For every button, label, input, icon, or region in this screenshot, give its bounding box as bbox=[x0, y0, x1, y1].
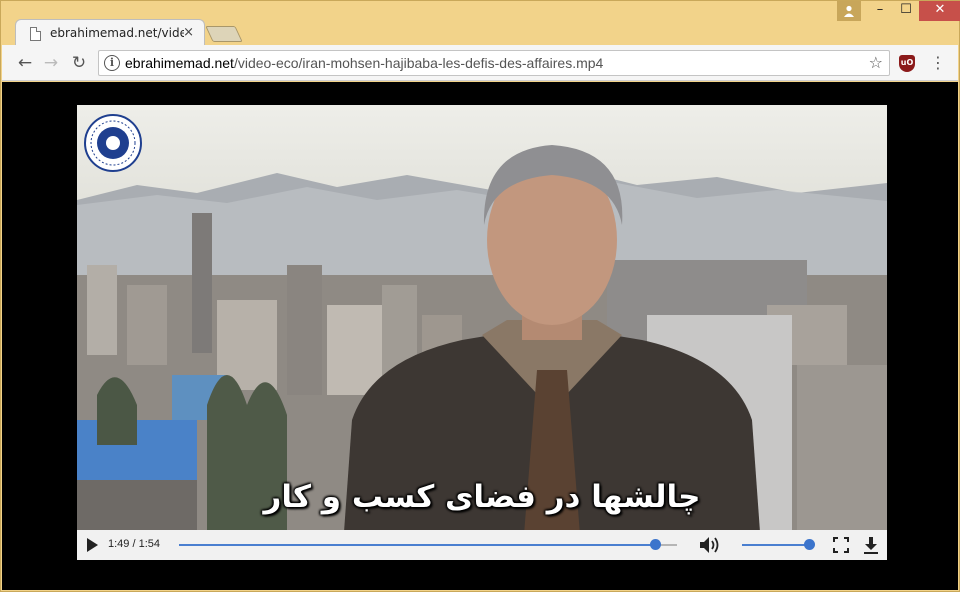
volume-thumb[interactable] bbox=[804, 539, 815, 550]
browser-toolbar: ← → ↻ i ebrahimemad.net/video-eco/iran-m… bbox=[2, 45, 958, 81]
maximize-icon: ☐ bbox=[900, 2, 912, 17]
doc-icon bbox=[30, 27, 41, 41]
info-icon[interactable]: i bbox=[104, 55, 120, 71]
tab-close-icon[interactable]: × bbox=[183, 25, 194, 40]
video-subtitle: چالشها در فضای کسب و کار bbox=[263, 479, 701, 515]
address-bar[interactable]: i ebrahimemad.net/video-eco/iran-mohsen-… bbox=[98, 50, 890, 76]
minimize-button[interactable]: – bbox=[867, 1, 893, 21]
tab-strip: ebrahimemad.net/video-eco × – ☐ ✕ bbox=[1, 1, 960, 47]
seek-thumb[interactable] bbox=[650, 539, 662, 550]
seek-progress bbox=[179, 544, 656, 546]
star-icon[interactable]: ☆ bbox=[869, 53, 883, 72]
reload-button[interactable]: ↻ bbox=[68, 53, 90, 73]
close-window-button[interactable]: ✕ bbox=[919, 1, 960, 21]
url-text[interactable]: ebrahimemad.net/video-eco/iran-mohsen-ha… bbox=[125, 55, 603, 71]
menu-icon[interactable]: ⋮ bbox=[930, 53, 946, 72]
url-host: ebrahimemad.net bbox=[125, 55, 234, 71]
tab-title: ebrahimemad.net/video-eco bbox=[50, 26, 184, 40]
user-profile-button[interactable] bbox=[837, 1, 861, 21]
play-icon[interactable] bbox=[87, 538, 98, 552]
close-icon: ✕ bbox=[934, 2, 946, 17]
forward-button[interactable]: → bbox=[40, 53, 62, 73]
tab-active[interactable]: ebrahimemad.net/video-eco × bbox=[15, 19, 205, 47]
volume-level bbox=[742, 544, 809, 546]
download-icon[interactable] bbox=[863, 536, 879, 554]
chamber-logo-icon bbox=[84, 114, 142, 172]
user-icon bbox=[844, 5, 854, 17]
back-button[interactable]: ← bbox=[14, 53, 36, 73]
browser-window: ebrahimemad.net/video-eco × – ☐ ✕ ← → ↻ … bbox=[0, 0, 960, 592]
new-tab-button[interactable] bbox=[205, 26, 243, 42]
volume-slider[interactable] bbox=[742, 539, 815, 550]
fullscreen-icon[interactable] bbox=[833, 537, 849, 553]
time-display: 1:49 / 1:54 bbox=[108, 538, 160, 550]
page-content: چالشها در فضای کسب و کار 1:49 / 1:54 bbox=[2, 82, 958, 590]
ublock-icon[interactable]: uO bbox=[899, 55, 915, 72]
maximize-button[interactable]: ☐ bbox=[893, 1, 919, 21]
volume-icon[interactable] bbox=[699, 536, 721, 554]
minimize-icon: – bbox=[876, 2, 884, 17]
video-controls: 1:49 / 1:54 bbox=[77, 530, 887, 560]
seek-slider[interactable] bbox=[179, 539, 677, 550]
video-frame[interactable]: چالشها در فضای کسب و کار bbox=[77, 105, 887, 560]
url-path: /video-eco/iran-mohsen-hajibaba-les-defi… bbox=[233, 55, 604, 71]
